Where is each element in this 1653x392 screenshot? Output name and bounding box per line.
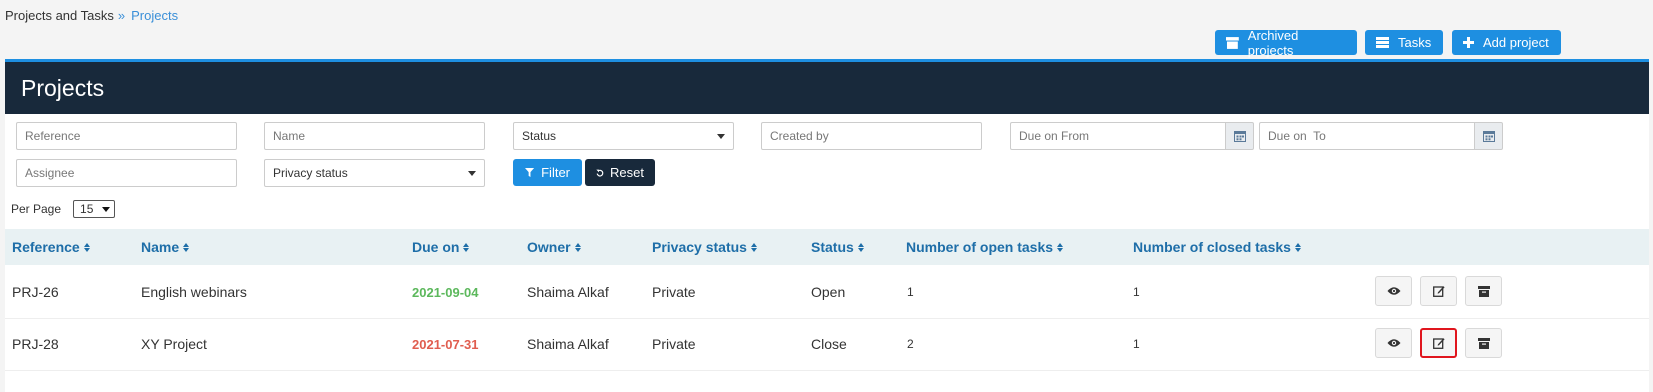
calendar-icon[interactable] bbox=[1225, 122, 1254, 150]
eye-icon bbox=[1387, 287, 1400, 295]
status-select[interactable]: Status bbox=[513, 122, 734, 150]
per-page-select[interactable]: 15 bbox=[73, 200, 116, 218]
breadcrumb-current[interactable]: Projects bbox=[131, 8, 178, 23]
breadcrumb-separator: » bbox=[117, 8, 126, 23]
cell-closed-tasks: 1 bbox=[1133, 285, 1140, 299]
eye-icon bbox=[1387, 339, 1400, 347]
due-from-field bbox=[1010, 122, 1254, 150]
column-header-name[interactable]: Name bbox=[141, 229, 190, 265]
chevron-down-icon bbox=[468, 170, 476, 176]
column-header-due-on[interactable]: Due on bbox=[412, 229, 470, 265]
tasks-list-icon bbox=[1376, 37, 1389, 48]
created-by-input[interactable] bbox=[761, 122, 982, 150]
chevron-down-icon bbox=[717, 133, 725, 139]
due-to-field bbox=[1259, 122, 1503, 150]
archived-projects-button[interactable]: Archived projects bbox=[1215, 27, 1357, 58]
sort-icon bbox=[750, 242, 757, 252]
due-to-input[interactable] bbox=[1259, 122, 1474, 150]
panel-title: Projects bbox=[21, 74, 105, 101]
per-page-control: Per Page 15 bbox=[11, 200, 116, 218]
archive-icon bbox=[1477, 337, 1490, 349]
column-header-owner[interactable]: Owner bbox=[527, 229, 581, 265]
reset-button[interactable]: Reset bbox=[585, 159, 655, 186]
due-from-input[interactable] bbox=[1010, 122, 1225, 150]
column-header-status[interactable]: Status bbox=[811, 229, 864, 265]
cell-status: Open bbox=[811, 284, 846, 300]
cell-privacy: Private bbox=[652, 336, 696, 352]
per-page-label: Per Page bbox=[11, 202, 62, 216]
status-select-value: Status bbox=[522, 129, 557, 143]
undo-icon bbox=[596, 169, 604, 177]
add-project-label: Add project bbox=[1483, 35, 1549, 50]
add-project-button[interactable]: Add project bbox=[1452, 30, 1561, 55]
archive-button[interactable] bbox=[1465, 276, 1502, 306]
per-page-value: 15 bbox=[80, 202, 94, 216]
filter-icon bbox=[525, 167, 535, 178]
privacy-status-select[interactable]: Privacy status bbox=[264, 159, 485, 187]
privacy-select-value: Privacy status bbox=[273, 166, 348, 180]
edit-icon bbox=[1432, 286, 1445, 297]
sort-icon bbox=[574, 242, 581, 252]
cell-status: Close bbox=[811, 336, 847, 352]
name-input[interactable] bbox=[264, 122, 485, 150]
plus-icon bbox=[1463, 37, 1474, 48]
breadcrumb: Projects and Tasks» Projects bbox=[5, 8, 178, 23]
archived-projects-label: Archived projects bbox=[1247, 27, 1299, 58]
view-button[interactable] bbox=[1375, 276, 1412, 306]
reference-input[interactable] bbox=[16, 122, 237, 150]
cell-closed-tasks: 1 bbox=[1133, 337, 1140, 351]
archive-icon bbox=[1226, 36, 1239, 49]
column-header-open-tasks[interactable]: Number of open tasks bbox=[906, 229, 1064, 265]
cell-open-tasks: 2 bbox=[907, 337, 914, 351]
edit-icon bbox=[1432, 338, 1445, 349]
cell-privacy: Private bbox=[652, 284, 696, 300]
assignee-input[interactable] bbox=[16, 159, 237, 187]
view-button[interactable] bbox=[1375, 328, 1412, 358]
table-row: PRJ-28 XY Project 2021-07-31 Shaima Alka… bbox=[5, 318, 1649, 371]
projects-panel: Projects Status Privacy status Filter Re… bbox=[5, 59, 1649, 392]
sort-icon bbox=[183, 242, 190, 252]
cell-name: XY Project bbox=[141, 336, 207, 352]
archive-icon bbox=[1477, 285, 1490, 297]
cell-due-on: 2021-07-31 bbox=[412, 336, 479, 352]
filter-label: Filter bbox=[541, 165, 570, 180]
sort-icon bbox=[857, 242, 864, 252]
edit-button[interactable] bbox=[1420, 276, 1457, 306]
table-row: PRJ-26 English webinars 2021-09-04 Shaim… bbox=[5, 266, 1649, 319]
breadcrumb-parent-link[interactable]: Projects and Tasks bbox=[5, 8, 114, 23]
calendar-icon[interactable] bbox=[1474, 122, 1503, 150]
filter-button[interactable]: Filter bbox=[513, 159, 582, 186]
cell-name: English webinars bbox=[141, 284, 247, 300]
column-header-reference[interactable]: Reference bbox=[12, 229, 90, 265]
cell-reference: PRJ-26 bbox=[12, 284, 59, 300]
column-header-privacy-status[interactable]: Privacy status bbox=[652, 229, 757, 265]
sort-icon bbox=[463, 242, 470, 252]
cell-reference: PRJ-28 bbox=[12, 336, 59, 352]
tasks-button[interactable]: Tasks bbox=[1365, 30, 1443, 55]
edit-button[interactable] bbox=[1420, 328, 1457, 358]
cell-due-on: 2021-09-04 bbox=[412, 284, 479, 300]
archive-button[interactable] bbox=[1465, 328, 1502, 358]
panel-header: Projects bbox=[5, 62, 1649, 114]
sort-icon bbox=[1294, 242, 1301, 252]
sort-icon bbox=[83, 242, 90, 252]
cell-owner: Shaima Alkaf bbox=[527, 336, 609, 352]
cell-open-tasks: 1 bbox=[907, 285, 914, 299]
chevron-down-icon bbox=[102, 206, 111, 212]
cell-owner: Shaima Alkaf bbox=[527, 284, 609, 300]
column-header-closed-tasks[interactable]: Number of closed tasks bbox=[1133, 229, 1301, 265]
sort-icon bbox=[1057, 242, 1064, 252]
tasks-label: Tasks bbox=[1398, 35, 1432, 50]
reset-label: Reset bbox=[610, 165, 644, 180]
table-header: Reference Name Due on Owner Privacy stat… bbox=[5, 229, 1649, 265]
